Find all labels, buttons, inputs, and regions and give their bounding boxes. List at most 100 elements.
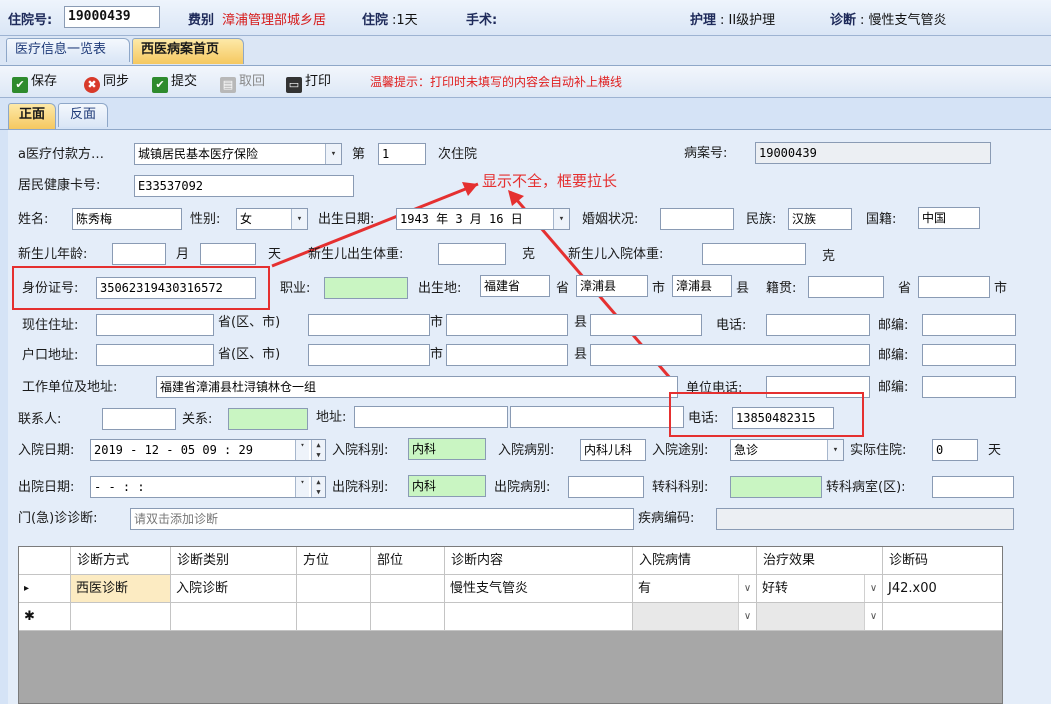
column-header[interactable]: 部位 bbox=[371, 547, 445, 575]
table-cell[interactable] bbox=[371, 575, 445, 603]
row-marker[interactable]: ✱ bbox=[19, 603, 71, 631]
admit-condition-select[interactable]: 有 ∨ bbox=[633, 575, 757, 603]
table-cell[interactable] bbox=[297, 575, 371, 603]
name-input[interactable]: 陈秀梅 bbox=[72, 208, 182, 230]
outpatient-diagnosis-input[interactable]: 请双击添加诊断 bbox=[130, 508, 634, 530]
column-header[interactable]: 方位 bbox=[297, 547, 371, 575]
name-label: 姓名: bbox=[18, 212, 49, 227]
diagnosis-grid: 诊断方式 诊断类别 方位 部位 诊断内容 入院病情 治疗效果 诊断码 ▸ 西医诊… bbox=[18, 546, 1003, 704]
work-postcode-input[interactable] bbox=[922, 376, 1016, 398]
chevron-down-icon[interactable]: ▾ bbox=[295, 440, 309, 460]
admit-ward-input[interactable]: 内科儿科 bbox=[580, 439, 646, 461]
chevron-down-icon[interactable]: ▾ bbox=[291, 209, 307, 229]
phone-input[interactable] bbox=[766, 314, 870, 336]
discharge-ward-input[interactable] bbox=[568, 476, 644, 498]
newborn-birth-weight-input[interactable] bbox=[438, 243, 506, 265]
table-cell[interactable] bbox=[297, 603, 371, 631]
newborn-month-input[interactable] bbox=[112, 243, 166, 265]
hukou-province-input[interactable] bbox=[96, 344, 214, 366]
table-cell[interactable] bbox=[171, 603, 297, 631]
contact-input[interactable] bbox=[102, 408, 176, 430]
chevron-down-icon[interactable]: ▾ bbox=[295, 477, 309, 497]
actual-stay-label: 实际住院: bbox=[850, 443, 907, 458]
discharge-dept-label: 出院科别: bbox=[332, 480, 389, 495]
postcode-label: 邮编: bbox=[878, 318, 909, 333]
discharge-date-input[interactable]: - - : : ▾ ▲ ▼ bbox=[90, 476, 326, 498]
current-county-input[interactable] bbox=[446, 314, 568, 336]
contact-address-input-2[interactable] bbox=[510, 406, 684, 428]
spinner-icon[interactable]: ▲ ▼ bbox=[311, 477, 325, 497]
chevron-down-icon[interactable]: ▾ bbox=[827, 440, 843, 460]
contact-address-input[interactable] bbox=[354, 406, 508, 428]
hukou-street-input[interactable] bbox=[590, 344, 870, 366]
native-label: 籍贯: bbox=[766, 281, 797, 296]
birth-date-input[interactable]: 1943 年 3 月 16 日 ▾ bbox=[396, 208, 570, 230]
treatment-effect-select[interactable]: 好转 ∨ bbox=[757, 575, 883, 603]
chevron-down-icon[interactable]: ∨ bbox=[738, 603, 756, 630]
table-cell[interactable] bbox=[71, 603, 171, 631]
newborn-admit-weight-input[interactable] bbox=[702, 243, 806, 265]
birthplace-county-input[interactable]: 漳浦县 bbox=[672, 275, 732, 297]
marital-input[interactable] bbox=[660, 208, 734, 230]
address-label: 地址: bbox=[316, 410, 347, 425]
column-header[interactable]: 治疗效果 bbox=[757, 547, 883, 575]
chevron-down-icon[interactable]: ∨ bbox=[738, 575, 756, 602]
column-header[interactable]: 诊断码 bbox=[883, 547, 1002, 575]
birthplace-city-input[interactable]: 漳浦县 bbox=[576, 275, 648, 297]
prov-district-label-2: 省(区、市) bbox=[218, 347, 281, 362]
chevron-down-icon[interactable]: ∨ bbox=[864, 603, 882, 630]
phone-label: 电话: bbox=[716, 318, 747, 333]
relation-input[interactable] bbox=[228, 408, 308, 430]
column-header[interactable]: 入院病情 bbox=[633, 547, 757, 575]
column-header[interactable]: 诊断内容 bbox=[445, 547, 633, 575]
table-cell[interactable] bbox=[883, 603, 1002, 631]
admit-dept-input[interactable]: 内科 bbox=[408, 438, 486, 460]
table-cell[interactable] bbox=[445, 603, 633, 631]
current-street-input[interactable] bbox=[590, 314, 702, 336]
gender-select[interactable]: 女 ▾ bbox=[236, 208, 308, 230]
table-cell[interactable]: 慢性支气管炎 bbox=[445, 575, 633, 603]
chevron-down-icon[interactable]: ∨ bbox=[864, 575, 882, 602]
transfer-ward-input[interactable] bbox=[932, 476, 1014, 498]
native-province-word: 省 bbox=[898, 281, 912, 296]
discharge-dept-input[interactable]: 内科 bbox=[408, 475, 486, 497]
table-cell[interactable]: 入院诊断 bbox=[171, 575, 297, 603]
highlight-box-id bbox=[12, 266, 270, 310]
ethnic-input[interactable]: 汉族 bbox=[788, 208, 852, 230]
birth-label: 出生日期: bbox=[318, 212, 375, 227]
admit-condition-select[interactable]: ∨ bbox=[633, 603, 757, 631]
treatment-effect-select[interactable]: ∨ bbox=[757, 603, 883, 631]
row-marker[interactable]: ▸ bbox=[19, 575, 71, 603]
table-cell[interactable]: J42.x00 bbox=[883, 575, 1002, 603]
hukou-county-input[interactable] bbox=[446, 344, 568, 366]
city-label-2: 市 bbox=[430, 315, 444, 330]
native-province-input[interactable] bbox=[808, 276, 884, 298]
current-province-input[interactable] bbox=[96, 314, 214, 336]
admit-ward-label: 入院病别: bbox=[498, 443, 555, 458]
county-label-3: 县 bbox=[574, 347, 588, 362]
hukou-city-input[interactable] bbox=[308, 344, 430, 366]
table-cell[interactable]: 西医诊断 bbox=[71, 575, 171, 603]
column-header[interactable]: 诊断类别 bbox=[171, 547, 297, 575]
admit-date-input[interactable]: 2019 - 12 - 05 09 : 29 ▾ ▲ ▼ bbox=[90, 439, 326, 461]
job-input[interactable] bbox=[324, 277, 408, 299]
birthplace-province-input[interactable]: 福建省 bbox=[480, 275, 550, 297]
newborn-day-input[interactable] bbox=[200, 243, 256, 265]
nationality-input[interactable]: 中国 bbox=[918, 207, 980, 229]
hukou-postcode-input[interactable] bbox=[922, 344, 1016, 366]
current-city-input[interactable] bbox=[308, 314, 430, 336]
actual-stay-input[interactable]: 0 bbox=[932, 439, 978, 461]
work-address-input[interactable]: 福建省漳浦县杜浔镇林仓一组 bbox=[156, 376, 678, 398]
admit-route-select[interactable]: 急诊 ▾ bbox=[730, 439, 844, 461]
postcode-input[interactable] bbox=[922, 314, 1016, 336]
transfer-dept-input[interactable] bbox=[730, 476, 822, 498]
discharge-date-value: - - : : bbox=[94, 480, 145, 494]
grid-corner bbox=[19, 547, 71, 575]
column-header[interactable]: 诊断方式 bbox=[71, 547, 171, 575]
chevron-down-icon[interactable]: ▾ bbox=[553, 209, 569, 229]
spinner-icon[interactable]: ▲ ▼ bbox=[311, 440, 325, 460]
disease-code-input[interactable] bbox=[716, 508, 1014, 530]
native-city-input[interactable] bbox=[918, 276, 990, 298]
job-label: 职业: bbox=[280, 281, 311, 296]
table-cell[interactable] bbox=[371, 603, 445, 631]
